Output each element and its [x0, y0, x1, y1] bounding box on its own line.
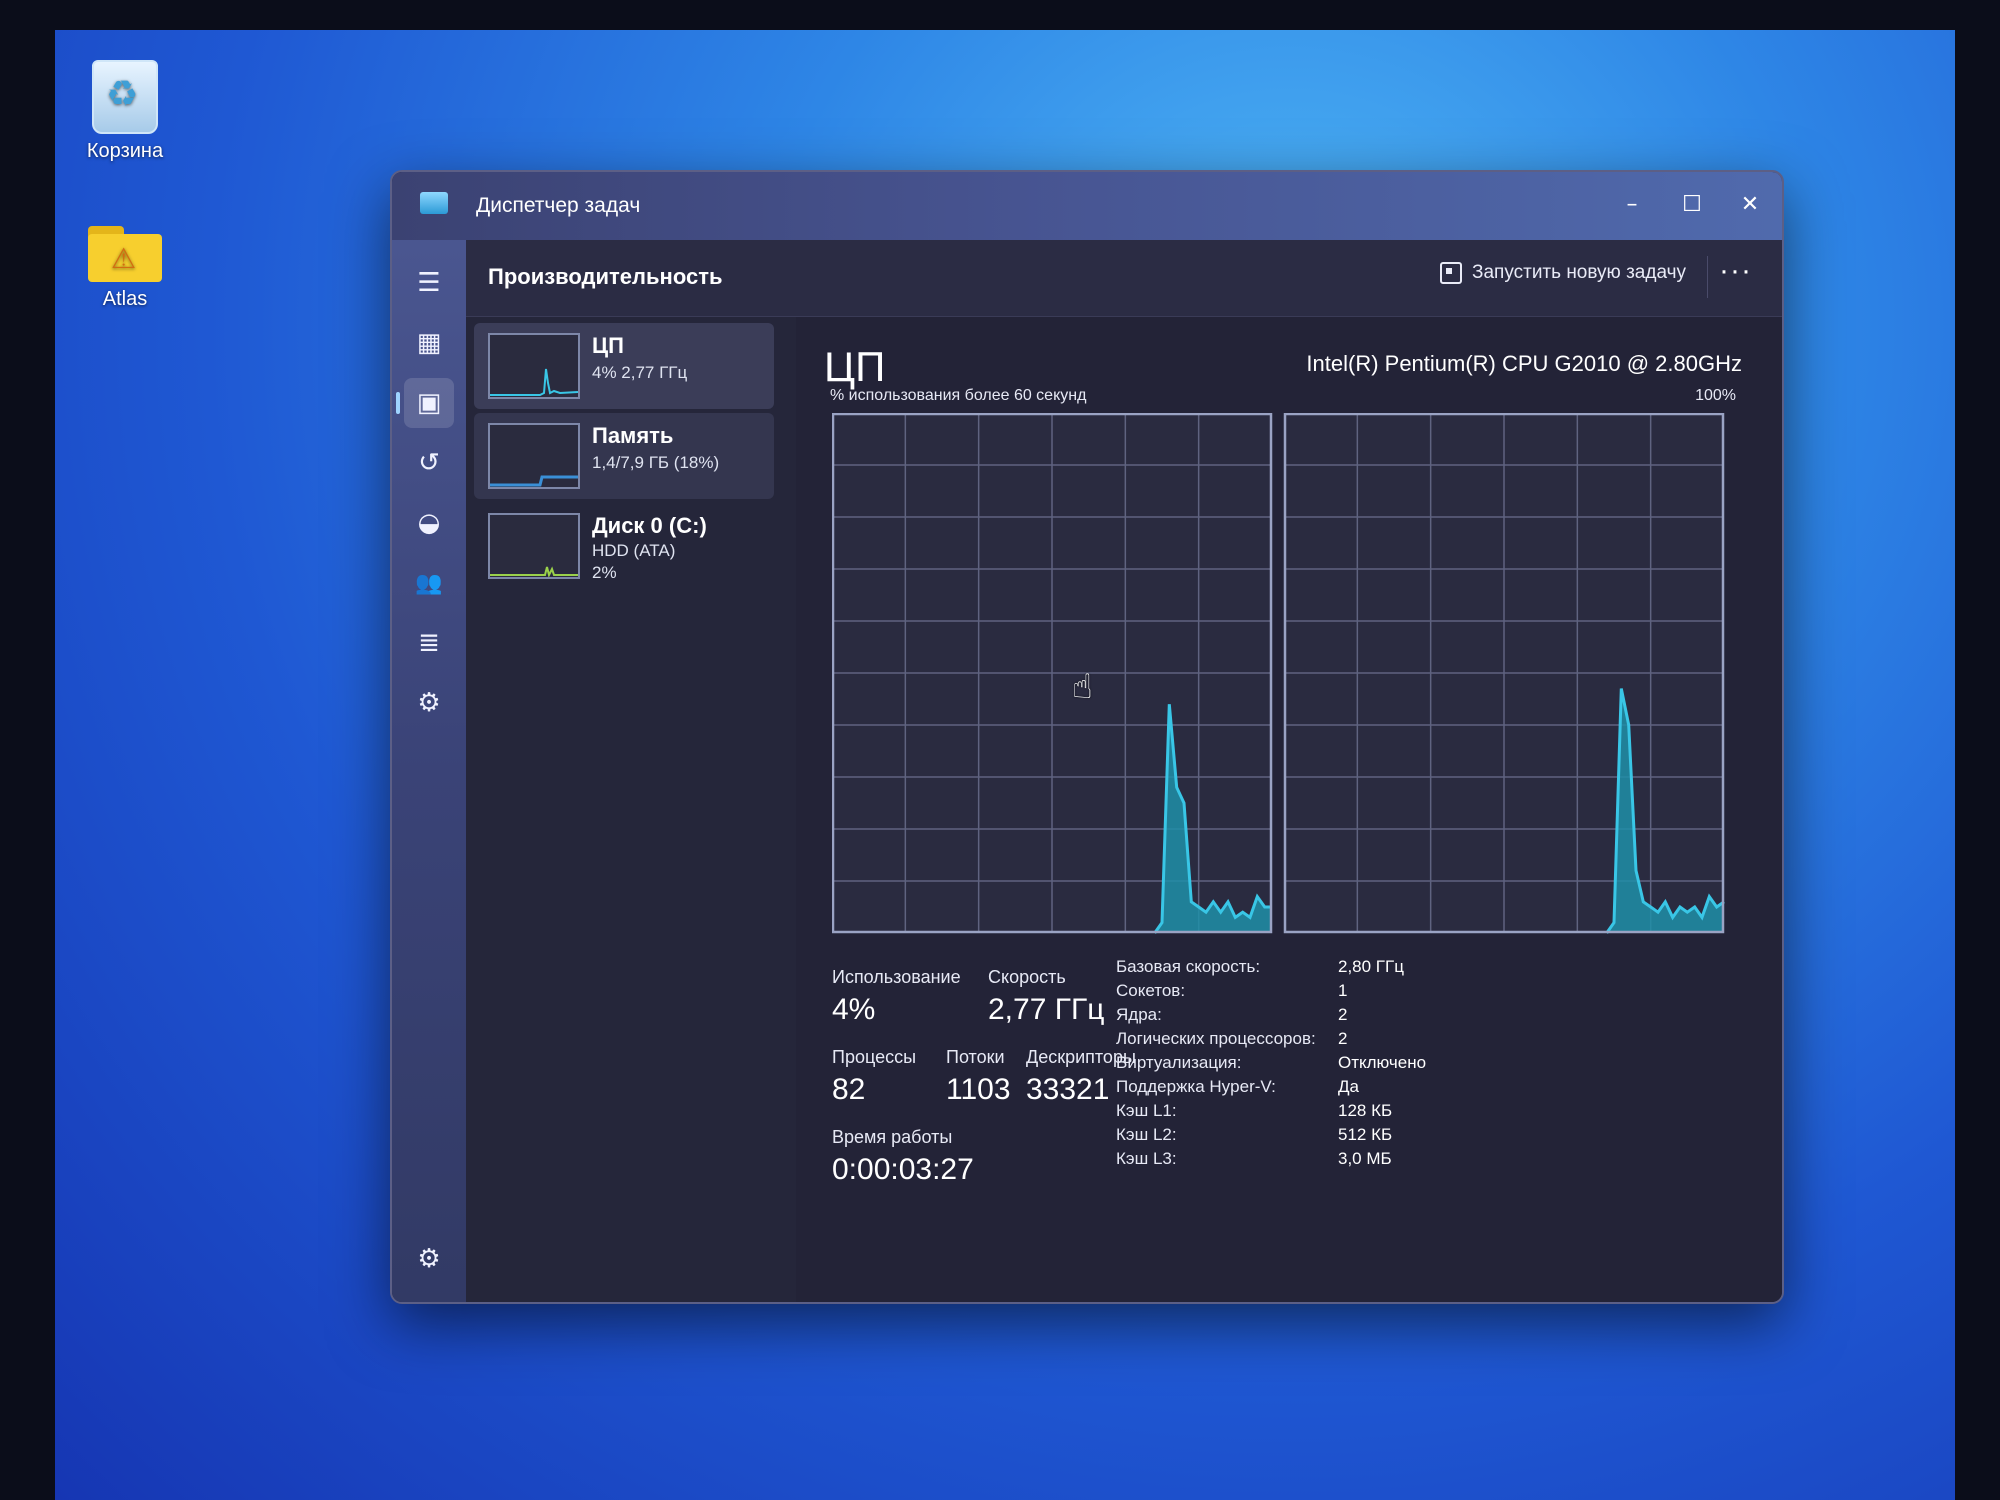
spec-key: Кэш L1:: [1116, 1101, 1177, 1120]
spec-key: Кэш L2:: [1116, 1125, 1177, 1144]
cpu-heading: ЦП: [824, 343, 886, 390]
resource-item-cpu[interactable]: ЦП 4% 2,77 ГГц: [474, 323, 774, 409]
handles-value: 33321: [1026, 1073, 1110, 1106]
spec-value: Да: [1338, 1077, 1359, 1096]
threads-label: Потоки: [946, 1047, 1005, 1067]
maximize-button[interactable]: ☐: [1666, 184, 1718, 224]
usage-label: Использование: [832, 967, 961, 987]
graph-max-label: 100%: [1695, 387, 1736, 404]
spec-key: Кэш L3:: [1116, 1149, 1177, 1168]
threads-value: 1103: [946, 1073, 1011, 1106]
spec-value: 2: [1338, 1029, 1348, 1048]
spec-key: Логических процессоров:: [1116, 1029, 1316, 1048]
recycle-bin-label: Корзина: [86, 140, 164, 162]
cpu-model: Intel(R) Pentium(R) CPU G2010 @ 2.80GHz: [1306, 351, 1742, 376]
resource-item-disk[interactable]: Диск 0 (C:) HDD (ATA) 2%: [474, 503, 774, 589]
resource-detail: 4% 2,77 ГГц: [592, 363, 688, 382]
details-icon[interactable]: ≣: [404, 618, 454, 668]
processes-value: 82: [832, 1073, 866, 1106]
startup-icon[interactable]: ◒: [404, 498, 454, 548]
memory-thumbnail-graph: [490, 475, 578, 487]
spec-value: 1: [1338, 981, 1348, 1000]
navigation-rail: ☰ ▦ ▣ ↺ ◒ 👥 ≣ ⚙ ⚙: [392, 240, 466, 1302]
spec-value: 128 КБ: [1338, 1101, 1393, 1120]
resource-title: Диск 0 (C:): [592, 513, 707, 538]
window-title: Диспетчер задач: [476, 194, 641, 217]
users-icon[interactable]: 👥: [404, 558, 454, 608]
cpu-detail-pane: ЦП Intel(R) Pentium(R) CPU G2010 @ 2.80G…: [796, 317, 1782, 1302]
header-divider: [1707, 256, 1708, 298]
graph-caption: % использования более 60 секунд: [830, 387, 1087, 404]
usage-value: 4%: [832, 993, 876, 1026]
settings-icon[interactable]: ⚙: [404, 1234, 454, 1284]
minimize-button[interactable]: –: [1606, 184, 1658, 224]
atlas-folder-shortcut[interactable]: ⚠ Atlas: [65, 226, 185, 311]
run-new-task-label: Запустить новую задачу: [1472, 262, 1686, 283]
more-options-button[interactable]: ···: [1719, 254, 1752, 288]
menu-icon[interactable]: ☰: [404, 258, 454, 308]
close-button[interactable]: ✕: [1724, 184, 1776, 224]
atlas-folder-label: Atlas: [102, 288, 148, 310]
speed-value: 2,77 ГГц: [988, 993, 1105, 1026]
spec-value: 3,0 МБ: [1338, 1149, 1392, 1168]
resource-item-memory[interactable]: Память 1,4/7,9 ГБ (18%): [474, 413, 774, 499]
resource-list: ЦП 4% 2,77 ГГц Память 1,4/7,9 ГБ (18%) Д…: [466, 317, 796, 1302]
spec-key: Ядра:: [1116, 1005, 1162, 1024]
speed-label: Скорость: [988, 967, 1066, 987]
spec-key: Базовая скорость:: [1116, 957, 1261, 976]
task-manager-window: Диспетчер задач – ☐ ✕ ☰ ▦ ▣ ↺ ◒ 👥 ≣ ⚙ ⚙ …: [390, 170, 1784, 1304]
title-bar[interactable]: Диспетчер задач – ☐ ✕: [392, 172, 1782, 240]
memory-thumbnail: [488, 423, 580, 489]
uptime-value: 0:00:03:27: [832, 1153, 974, 1186]
resource-title: ЦП: [592, 333, 624, 358]
cpu-usage-graphs: [832, 413, 1725, 934]
task-manager-app-icon: [420, 192, 448, 214]
cpu-graph-1: [832, 413, 1273, 934]
recycle-bin-icon: [92, 60, 158, 134]
app-history-icon[interactable]: ↺: [404, 438, 454, 488]
processes-icon[interactable]: ▦: [404, 318, 454, 368]
run-new-task-button[interactable]: Запустить новую задачу: [1440, 262, 1686, 284]
recycle-bin-shortcut[interactable]: Корзина: [65, 60, 185, 163]
cpu-thumbnail-graph: [490, 368, 578, 396]
uptime-label: Время работы: [832, 1127, 953, 1147]
folder-icon: ⚠: [88, 226, 162, 282]
spec-value: 512 КБ: [1338, 1125, 1393, 1144]
run-task-icon: [1440, 262, 1462, 284]
spec-key: Сокетов:: [1116, 981, 1186, 1000]
disk-thumbnail: [488, 513, 580, 579]
cpu-graph-2: [1283, 413, 1725, 934]
spec-value: 2: [1338, 1005, 1348, 1024]
resource-detail-usage: 2%: [592, 563, 617, 582]
spec-value: 2,80 ГГц: [1338, 957, 1404, 976]
resource-detail: 1,4/7,9 ГБ (18%): [592, 453, 720, 472]
page-header: Производительность Запустить новую задач…: [466, 240, 1782, 317]
spec-value: Отключено: [1338, 1053, 1427, 1072]
services-icon[interactable]: ⚙: [404, 678, 454, 728]
disk-thumbnail-graph: [490, 566, 578, 577]
cpu-thumbnail: [488, 333, 580, 399]
spec-key: Виртуализация:: [1116, 1053, 1242, 1072]
resource-detail: HDD (ATA): [592, 541, 676, 560]
processes-label: Процессы: [832, 1047, 917, 1067]
page-title: Производительность: [488, 264, 723, 289]
resource-title: Память: [592, 423, 674, 448]
spec-key: Поддержка Hyper-V:: [1116, 1077, 1276, 1096]
mouse-pointer-icon: ☝: [1072, 667, 1093, 707]
performance-icon[interactable]: ▣: [396, 378, 454, 428]
